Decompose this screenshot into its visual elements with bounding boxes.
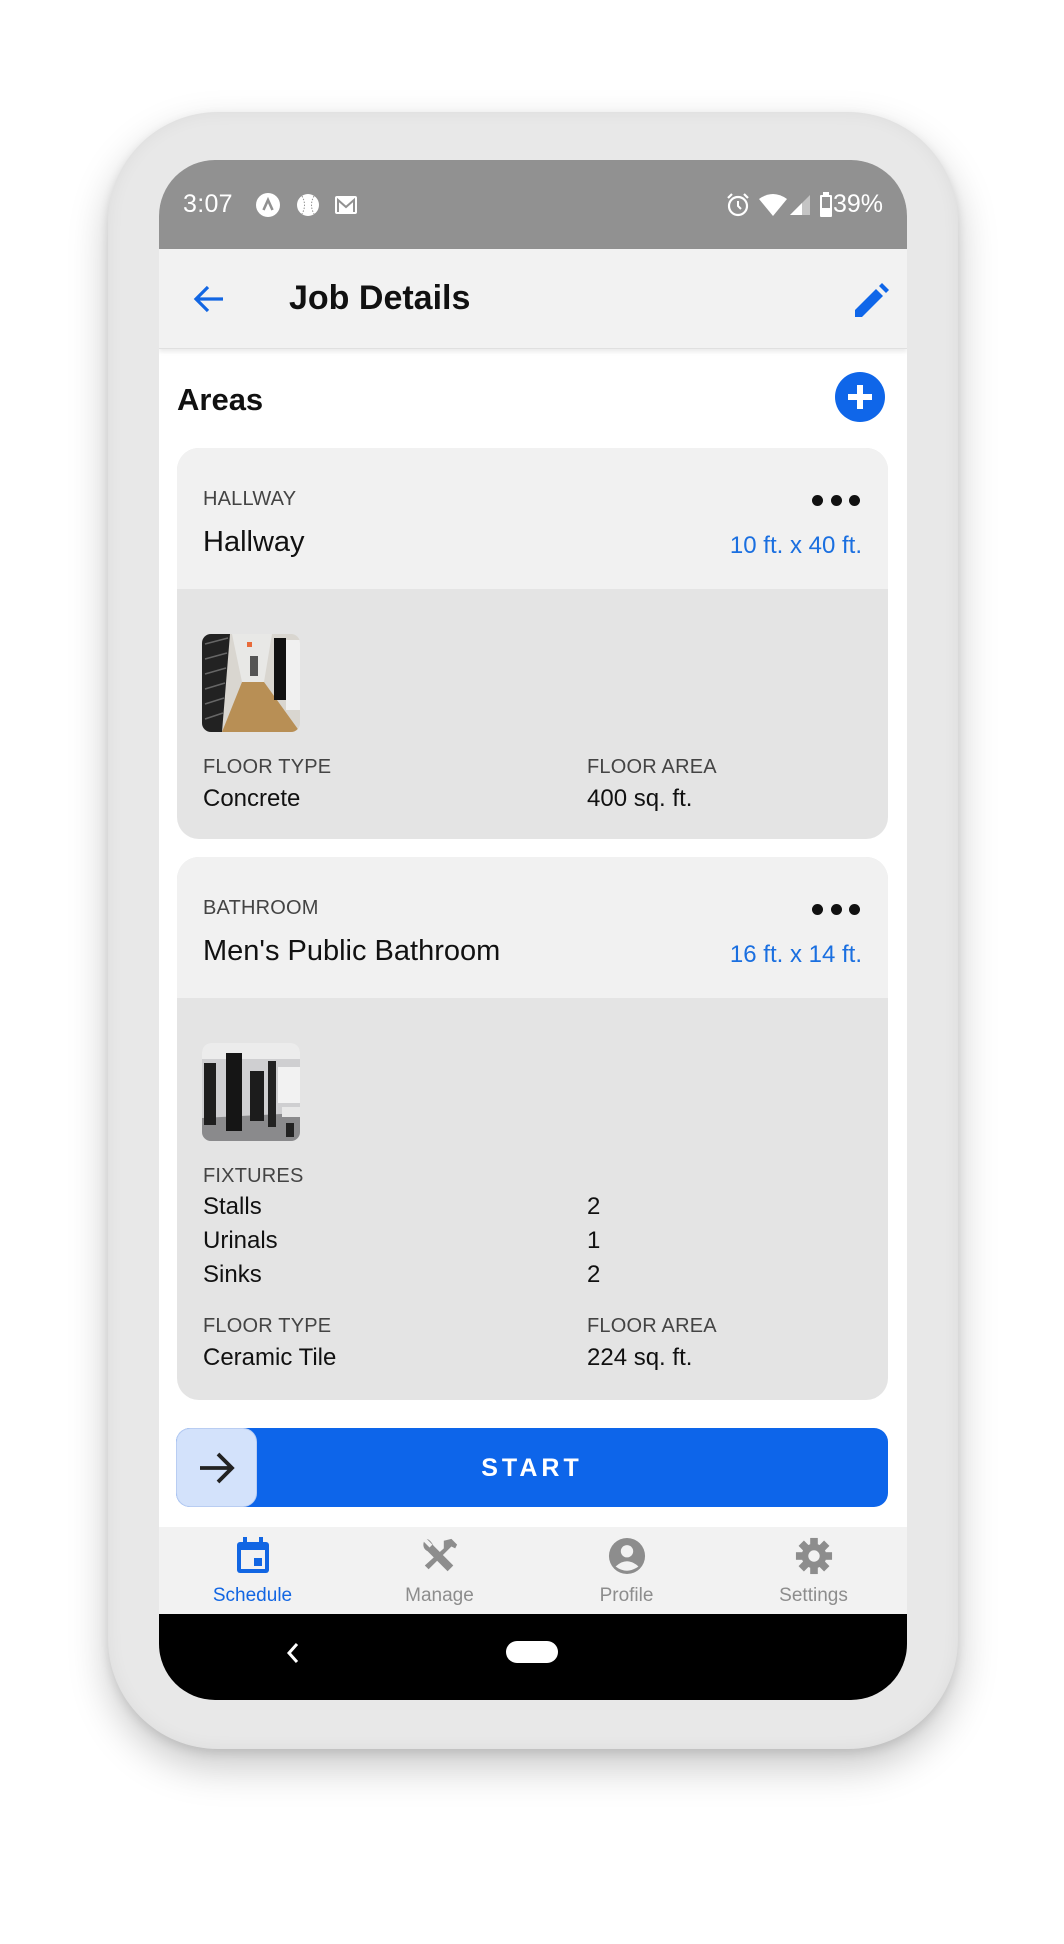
phone-screen: 3:07 39% Job Details Areas HALLWAY Hallw… [159, 160, 907, 1700]
more-dot-icon [812, 903, 823, 915]
start-slider[interactable]: START [176, 1428, 888, 1507]
system-back-button[interactable] [281, 1638, 305, 1668]
bathroom-photo[interactable] [202, 1043, 300, 1141]
app-bar: Job Details [159, 249, 907, 349]
wifi-icon [757, 192, 789, 218]
edit-button[interactable] [849, 279, 893, 323]
floor-area-label: FLOOR AREA [587, 756, 717, 778]
fixture-count: 2 [587, 1193, 601, 1220]
battery-percent: 39% [832, 190, 883, 218]
area-type: BATHROOM [203, 897, 319, 919]
status-bar: 3:07 39% [159, 160, 907, 249]
floor-type-label: FLOOR TYPE [203, 756, 332, 778]
system-nav-bar [159, 1614, 907, 1700]
cell-signal-icon [787, 192, 813, 218]
fixture-count: 1 [587, 1227, 601, 1254]
more-dot-icon [830, 903, 842, 915]
bottom-tab-bar: Schedule Manage Profile Settings [159, 1527, 907, 1614]
fixtures-label: FIXTURES [203, 1165, 304, 1187]
alarm-icon [725, 192, 751, 218]
arrow-left-icon [193, 285, 223, 313]
calendar-icon [234, 1537, 272, 1575]
more-dot-icon [849, 494, 860, 506]
more-options-button[interactable] [812, 897, 860, 921]
fixture-name: Sinks [203, 1261, 262, 1288]
area-type: HALLWAY [203, 488, 297, 510]
area-dimensions: 10 ft. x 40 ft. [729, 532, 862, 559]
chevron-left-icon [286, 1643, 299, 1663]
account-circle-icon [608, 1537, 646, 1575]
areas-section-title: Areas [177, 382, 264, 417]
more-dot-icon [812, 494, 823, 506]
fixture-count: 2 [587, 1261, 601, 1288]
tab-label: Manage [405, 1585, 474, 1606]
start-label: START [481, 1454, 583, 1482]
status-time: 3:07 [183, 190, 233, 218]
add-area-button[interactable] [835, 372, 885, 422]
area-dimensions: 16 ft. x 14 ft. [729, 941, 862, 968]
floor-area-value: 224 sq. ft. [587, 1344, 693, 1371]
tab-schedule[interactable]: Schedule [159, 1527, 346, 1614]
back-button[interactable] [189, 279, 229, 319]
area-card-header: BATHROOM Men's Public Bathroom 16 ft. x … [177, 857, 888, 998]
more-dot-icon [830, 494, 842, 506]
floor-area-value: 400 sq. ft. [587, 785, 693, 812]
tab-profile[interactable]: Profile [533, 1527, 720, 1614]
plus-icon [848, 385, 872, 409]
floor-type-value: Concrete [203, 785, 301, 812]
tab-settings[interactable]: Settings [720, 1527, 907, 1614]
arrow-right-icon [199, 1452, 235, 1483]
tab-label: Profile [599, 1585, 654, 1606]
tools-icon [421, 1537, 459, 1575]
fixture-name: Urinals [203, 1227, 278, 1254]
area-card-body: FLOOR TYPE Concrete FLOOR AREA 400 sq. f… [177, 589, 888, 839]
sports-ball-icon [295, 192, 321, 218]
floor-area-label: FLOOR AREA [587, 1315, 717, 1337]
gear-icon [795, 1537, 833, 1575]
area-card-bathroom[interactable]: BATHROOM Men's Public Bathroom 16 ft. x … [177, 857, 888, 1400]
tab-manage[interactable]: Manage [346, 1527, 533, 1614]
gmail-icon [333, 192, 359, 218]
hallway-photo[interactable] [202, 634, 300, 732]
app-notification-icon [255, 192, 281, 218]
page-title: Job Details [289, 279, 471, 317]
area-card-body: FIXTURES Stalls 2 Urinals 1 Sinks 2 FLOO… [177, 998, 888, 1400]
start-slider-handle[interactable] [176, 1428, 257, 1507]
area-card-hallway[interactable]: HALLWAY Hallway 10 ft. x 40 ft. FLOOR TY… [177, 448, 888, 839]
pencil-icon [855, 283, 889, 317]
floor-type-label: FLOOR TYPE [203, 1315, 332, 1337]
system-home-button[interactable] [506, 1641, 558, 1663]
area-card-header: HALLWAY Hallway 10 ft. x 40 ft. [177, 448, 888, 589]
fixture-name: Stalls [203, 1193, 262, 1220]
tab-label: Settings [779, 1585, 848, 1606]
more-dot-icon [849, 903, 860, 915]
area-name: Men's Public Bathroom [203, 935, 501, 967]
tab-label: Schedule [212, 1585, 293, 1606]
floor-type-value: Ceramic Tile [203, 1344, 337, 1371]
more-options-button[interactable] [812, 488, 860, 512]
area-name: Hallway [203, 526, 305, 558]
